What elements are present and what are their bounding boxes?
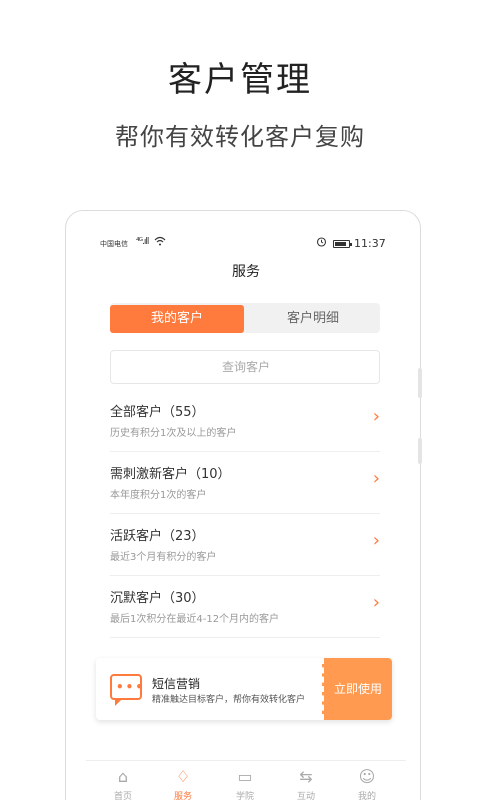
list-item-desc: 最近3个月有积分的客户 <box>110 552 217 563</box>
segment-control: 我的客户 客户明细 <box>110 303 380 333</box>
volume-button <box>418 368 422 398</box>
status-carrier: 中国电信 <box>100 240 128 248</box>
customer-list: 全部客户（55） 历史有积分1次及以上的客户 › 需刺激新客户（10） 本年度积… <box>110 390 380 638</box>
list-item-title: 沉默客户（30） <box>110 591 205 606</box>
power-button <box>418 438 422 464</box>
list-item-active[interactable]: 活跃客户（23） 最近3个月有积分的客户 › <box>110 514 380 576</box>
search-input[interactable]: 查询客户 <box>110 350 380 384</box>
tab-label: 互动 <box>296 792 315 800</box>
tab-label: 首页 <box>113 792 132 800</box>
list-item-title: 全部客户（55） <box>110 405 205 420</box>
battery-icon <box>333 240 352 248</box>
tab-interact[interactable]: ⇆ 互动 <box>281 767 331 800</box>
message-icon: ••• <box>110 674 143 706</box>
tab-mine[interactable]: ☺ 我的 <box>342 767 392 800</box>
list-item-all[interactable]: 全部客户（55） 历史有积分1次及以上的客户 › <box>110 390 380 452</box>
list-item-desc: 本年度积分1次的客户 <box>110 490 207 501</box>
tab-label: 我的 <box>357 792 376 800</box>
use-now-button[interactable]: 立即使用 <box>322 658 392 720</box>
promo-desc: 精准触达目标客户，帮你有效转化客户 <box>152 695 306 705</box>
chevron-right-icon: › <box>372 468 380 489</box>
list-item-silent[interactable]: 沉默客户（30） 最后1次积分在最近4-12个月内的客户 › <box>110 576 380 638</box>
signal-icon: ⁴ᴳ.ıll <box>136 237 149 247</box>
list-item-title: 活跃客户（23） <box>110 529 205 544</box>
tab-home[interactable]: ⌂ 首页 <box>98 767 148 800</box>
tab-customer-details[interactable]: 客户明细 <box>246 305 380 333</box>
headline: 客户管理 <box>168 60 312 100</box>
alarm-icon <box>316 236 327 250</box>
book-icon: ▭ <box>237 767 253 786</box>
tab-service[interactable]: ♢ 服务 <box>158 767 208 800</box>
tab-academy[interactable]: ▭ 学院 <box>220 767 270 800</box>
exchange-icon: ⇆ <box>299 767 313 786</box>
phone-screen: 中国电信 ⁴ᴳ.ıll 11:37 服务 我的客户 客户明细 查询客户 全部客户… <box>86 230 406 800</box>
tab-label: 学院 <box>235 792 254 800</box>
search-placeholder: 查询客户 <box>221 360 270 374</box>
diamond-icon: ♢ <box>175 767 191 786</box>
bottom-tab-bar: ⌂ 首页 ♢ 服务 ▭ 学院 ⇆ 互动 ☺ 我的 <box>86 760 406 800</box>
list-item-new[interactable]: 需刺激新客户（10） 本年度积分1次的客户 › <box>110 452 380 514</box>
status-time: 11:37 <box>354 237 386 250</box>
promo-title: 短信营销 <box>152 677 201 691</box>
list-item-desc: 最后1次积分在最近4-12个月内的客户 <box>110 614 280 625</box>
page-title: 服务 <box>232 264 260 280</box>
list-item-desc: 历史有积分1次及以上的客户 <box>110 428 237 439</box>
wifi-icon <box>154 236 166 249</box>
sms-marketing-card[interactable]: ••• 短信营销 精准触达目标客户，帮你有效转化客户 立即使用 <box>96 658 392 720</box>
list-item-title: 需刺激新客户（10） <box>110 467 231 482</box>
tab-my-customers[interactable]: 我的客户 <box>110 305 244 333</box>
chevron-right-icon: › <box>372 592 380 613</box>
status-bar: 中国电信 ⁴ᴳ.ıll 11:37 <box>86 234 406 254</box>
user-icon: ☺ <box>358 767 376 786</box>
subline: 帮你有效转化客户复购 <box>115 123 365 151</box>
chevron-right-icon: › <box>372 406 380 427</box>
chevron-right-icon: › <box>372 530 380 551</box>
tab-label: 服务 <box>173 792 192 800</box>
home-icon: ⌂ <box>117 767 129 786</box>
